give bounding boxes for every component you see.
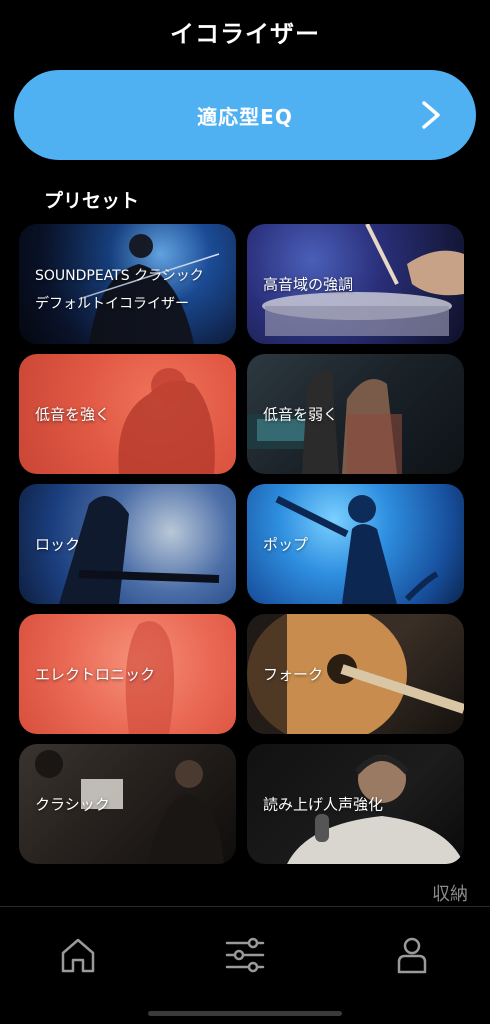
preset-name: クラシック: [35, 795, 110, 814]
preset-name: フォーク: [263, 665, 324, 684]
adaptive-eq-button[interactable]: 適応型EQ: [14, 70, 476, 160]
preset-card-treble-boost[interactable]: 高音域の強調: [247, 224, 464, 344]
preset-card-rock[interactable]: ロック: [19, 484, 236, 604]
preset-grid: SOUNDPEATS クラシック デフォルトイコライザー 高音域の強調 低音を強…: [19, 224, 464, 864]
tab-profile[interactable]: [392, 935, 432, 975]
equalizer-icon: [225, 937, 265, 973]
preset-name: 高音域の強調: [263, 275, 354, 294]
preset-card-soundpeats-classic[interactable]: SOUNDPEATS クラシック デフォルトイコライザー: [19, 224, 236, 344]
preset-card-bass-boost[interactable]: 低音を強く: [19, 354, 236, 474]
preset-card-folk[interactable]: フォーク: [247, 614, 464, 734]
preset-name: エレクトロニック: [35, 665, 156, 684]
preset-name: 低音を弱く: [263, 405, 339, 424]
preset-card-bass-reduce[interactable]: 低音を弱く: [247, 354, 464, 474]
collapse-button[interactable]: 収納: [432, 880, 468, 906]
tab-bar: [0, 906, 490, 1024]
preset-card-pop[interactable]: ポップ: [247, 484, 464, 604]
preset-name: ロック: [35, 535, 81, 554]
preset-default-tag: デフォルトイコライザー: [35, 296, 189, 312]
tab-equalizer[interactable]: [225, 935, 265, 975]
page-title: イコライザー: [170, 20, 320, 48]
chevron-right-icon: [422, 101, 440, 129]
adaptive-eq-label: 適応型EQ: [197, 104, 293, 129]
preset-name: 低音を強く: [35, 405, 111, 424]
presets-title: プリセット: [44, 190, 140, 212]
preset-name: ポップ: [263, 535, 309, 554]
profile-icon: [397, 937, 427, 974]
preset-card-classical[interactable]: クラシック: [19, 744, 236, 864]
preset-name: 読み上げ人声強化: [263, 795, 384, 814]
preset-card-electronic[interactable]: エレクトロニック: [19, 614, 236, 734]
home-icon: [61, 938, 95, 973]
tab-home[interactable]: [58, 935, 98, 975]
home-indicator: [148, 1011, 342, 1016]
preset-name: SOUNDPEATS クラシック: [35, 268, 204, 284]
preset-card-speech-enhance[interactable]: 読み上げ人声強化: [247, 744, 464, 864]
preset-label: SOUNDPEATS クラシック デフォルトイコライザー: [35, 262, 204, 318]
